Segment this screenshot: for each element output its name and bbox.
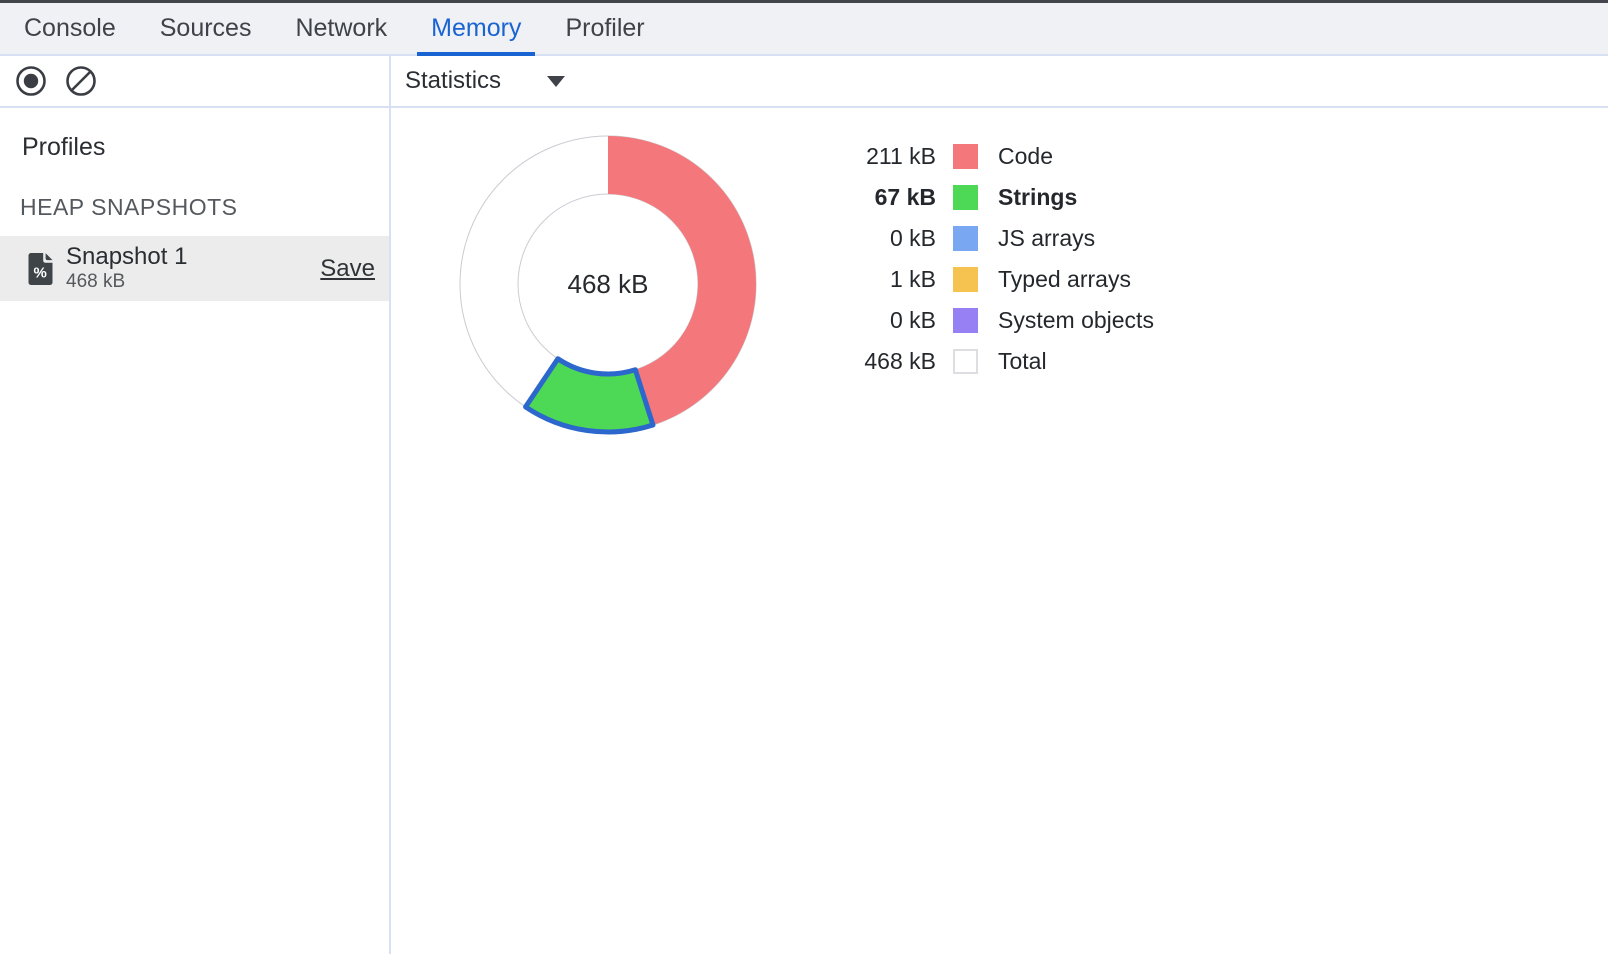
clear-icon — [64, 64, 98, 98]
snapshot-size: 468 kB — [66, 272, 187, 293]
tab-memory-label: Memory — [431, 14, 521, 43]
legend-swatch-system-objects — [953, 308, 978, 333]
perspective-select[interactable]: Statistics — [405, 56, 565, 106]
legend-label: JS arrays — [998, 225, 1095, 252]
heap-snapshot-file-icon: % — [27, 252, 54, 286]
record-heap-snapshot-button[interactable] — [14, 64, 48, 98]
profiles-title: Profiles — [22, 133, 389, 162]
devtools-tabbar: Console Sources Network Memory Profiler — [0, 3, 1608, 56]
legend-swatch-typed-arrays — [953, 267, 978, 292]
tab-network-label: Network — [295, 14, 387, 43]
tab-sources[interactable]: Sources — [146, 3, 266, 54]
profiles-sidebar: Profiles HEAP SNAPSHOTS % Snapshot 1 468… — [0, 108, 389, 954]
tab-profiler[interactable]: Profiler — [551, 3, 658, 54]
legend-swatch-strings — [953, 185, 978, 210]
legend-row-system-objects[interactable]: 0 kB System objects — [850, 300, 1154, 341]
snapshot-list-item[interactable]: % Snapshot 1 468 kB Save — [0, 236, 389, 301]
heap-snapshots-section-title: HEAP SNAPSHOTS — [20, 194, 389, 221]
legend-value: 0 kB — [850, 225, 936, 252]
tab-console[interactable]: Console — [10, 3, 130, 54]
legend-row-code[interactable]: 211 kB Code — [850, 136, 1154, 177]
legend-label: System objects — [998, 307, 1154, 334]
donut-segment-strings[interactable] — [526, 359, 653, 432]
tab-profiler-label: Profiler — [565, 14, 644, 43]
legend-value: 468 kB — [850, 348, 936, 375]
legend-row-js-arrays[interactable]: 0 kB JS arrays — [850, 218, 1154, 259]
tab-memory[interactable]: Memory — [417, 3, 535, 54]
legend-label: Code — [998, 143, 1053, 170]
tab-sources-label: Sources — [160, 14, 252, 43]
svg-text:%: % — [34, 264, 47, 281]
legend-row-typed-arrays[interactable]: 1 kB Typed arrays — [850, 259, 1154, 300]
tab-console-label: Console — [24, 14, 116, 43]
legend-swatch-js-arrays — [953, 226, 978, 251]
legend-label: Total — [998, 348, 1047, 375]
toolbar: Statistics — [0, 56, 1608, 108]
legend-label: Typed arrays — [998, 266, 1131, 293]
legend-swatch-code — [953, 144, 978, 169]
toolbar-left — [14, 56, 98, 106]
legend-value: 1 kB — [850, 266, 936, 293]
legend-value: 0 kB — [850, 307, 936, 334]
perspective-select-label: Statistics — [405, 67, 501, 95]
legend-row-total[interactable]: 468 kB Total — [850, 341, 1154, 382]
record-icon — [14, 64, 48, 98]
save-snapshot-link[interactable]: Save — [320, 255, 377, 283]
tab-network[interactable]: Network — [281, 3, 401, 54]
donut-center-total: 468 kB — [568, 269, 649, 299]
chevron-down-icon — [547, 76, 565, 87]
legend-swatch-total — [953, 349, 978, 374]
legend-value: 67 kB — [850, 184, 936, 211]
legend-row-strings[interactable]: 67 kB Strings — [850, 177, 1154, 218]
statistics-view: 468 kB 211 kB Code 67 kB Strings 0 kB JS… — [391, 108, 1608, 954]
clear-profiles-button[interactable] — [64, 64, 98, 98]
snapshot-text: Snapshot 1 468 kB — [66, 244, 187, 293]
legend-value: 211 kB — [850, 143, 936, 170]
chart-legend: 211 kB Code 67 kB Strings 0 kB JS arrays… — [850, 136, 1154, 382]
snapshot-name: Snapshot 1 — [66, 244, 187, 270]
heap-donut-chart: 468 kB — [448, 124, 768, 444]
legend-label: Strings — [998, 184, 1077, 211]
